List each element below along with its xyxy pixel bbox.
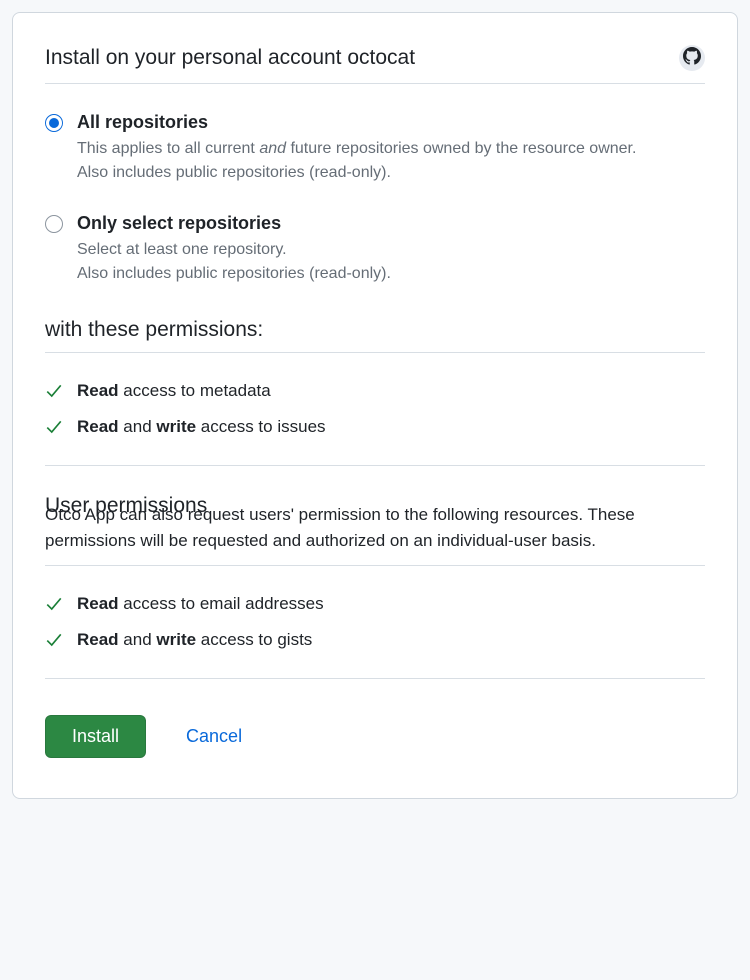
permission-item: Read access to email addresses [45, 594, 705, 614]
perm-text-part: access to gists [196, 630, 312, 649]
perm-text-part: and [119, 417, 157, 436]
check-icon [45, 418, 65, 436]
perm-bold: Read [77, 381, 119, 400]
radio-desc-select: Select at least one repository. Also inc… [77, 238, 705, 286]
permissions-list: Read access to metadata Read and write a… [45, 381, 705, 437]
permission-item: Read access to metadata [45, 381, 705, 401]
desc-text: future repositories owned by the resourc… [286, 140, 636, 157]
perm-text-part: access to issues [196, 417, 325, 436]
perm-text-part: access to metadata [119, 381, 271, 400]
check-icon [45, 595, 65, 613]
permission-item: Read and write access to issues [45, 417, 705, 437]
dialog-header: Install on your personal account octocat [45, 45, 705, 84]
octocat-icon [683, 47, 701, 70]
dialog-title: Install on your personal account octocat [45, 46, 415, 70]
radio-all-repositories[interactable]: All repositories This applies to all cur… [45, 112, 705, 185]
check-icon [45, 631, 65, 649]
permission-item: Read and write access to gists [45, 630, 705, 650]
divider [45, 465, 705, 466]
perm-bold: write [156, 417, 196, 436]
radio-desc-all: This applies to all current and future r… [77, 137, 705, 185]
user-permissions-subtext: Otco App can also request users' permiss… [45, 502, 705, 566]
desc-em: and [259, 140, 286, 157]
desc-text: This applies to all current [77, 140, 259, 157]
permissions-heading: with these permissions: [45, 318, 705, 353]
divider [45, 678, 705, 679]
radio-input-select[interactable] [45, 215, 63, 233]
permission-text: Read access to email addresses [77, 594, 324, 614]
desc-text: Select at least one repository. [77, 241, 287, 258]
install-dialog: Install on your personal account octocat… [12, 12, 738, 799]
avatar [679, 45, 705, 71]
perm-bold: write [156, 630, 196, 649]
check-icon [45, 382, 65, 400]
radio-input-all[interactable] [45, 114, 63, 132]
repository-selection: All repositories This applies to all cur… [45, 112, 705, 286]
radio-select-repositories[interactable]: Only select repositories Select at least… [45, 213, 705, 286]
permission-text: Read access to metadata [77, 381, 271, 401]
desc-text: Also includes public repositories (read-… [77, 164, 391, 181]
perm-bold: Read [77, 594, 119, 613]
radio-title-all: All repositories [77, 112, 705, 133]
desc-text: Also includes public repositories (read-… [77, 265, 391, 282]
perm-bold: Read [77, 417, 119, 436]
cancel-link[interactable]: Cancel [186, 726, 242, 747]
perm-text-part: and [119, 630, 157, 649]
radio-title-select: Only select repositories [77, 213, 705, 234]
dialog-actions: Install Cancel [45, 715, 705, 758]
user-permissions-list: Read access to email addresses Read and … [45, 594, 705, 650]
install-button[interactable]: Install [45, 715, 146, 758]
perm-bold: Read [77, 630, 119, 649]
permission-text: Read and write access to issues [77, 417, 326, 437]
radio-label-select: Only select repositories Select at least… [77, 213, 705, 286]
radio-label-all: All repositories This applies to all cur… [77, 112, 705, 185]
permission-text: Read and write access to gists [77, 630, 312, 650]
perm-text-part: access to email addresses [119, 594, 324, 613]
